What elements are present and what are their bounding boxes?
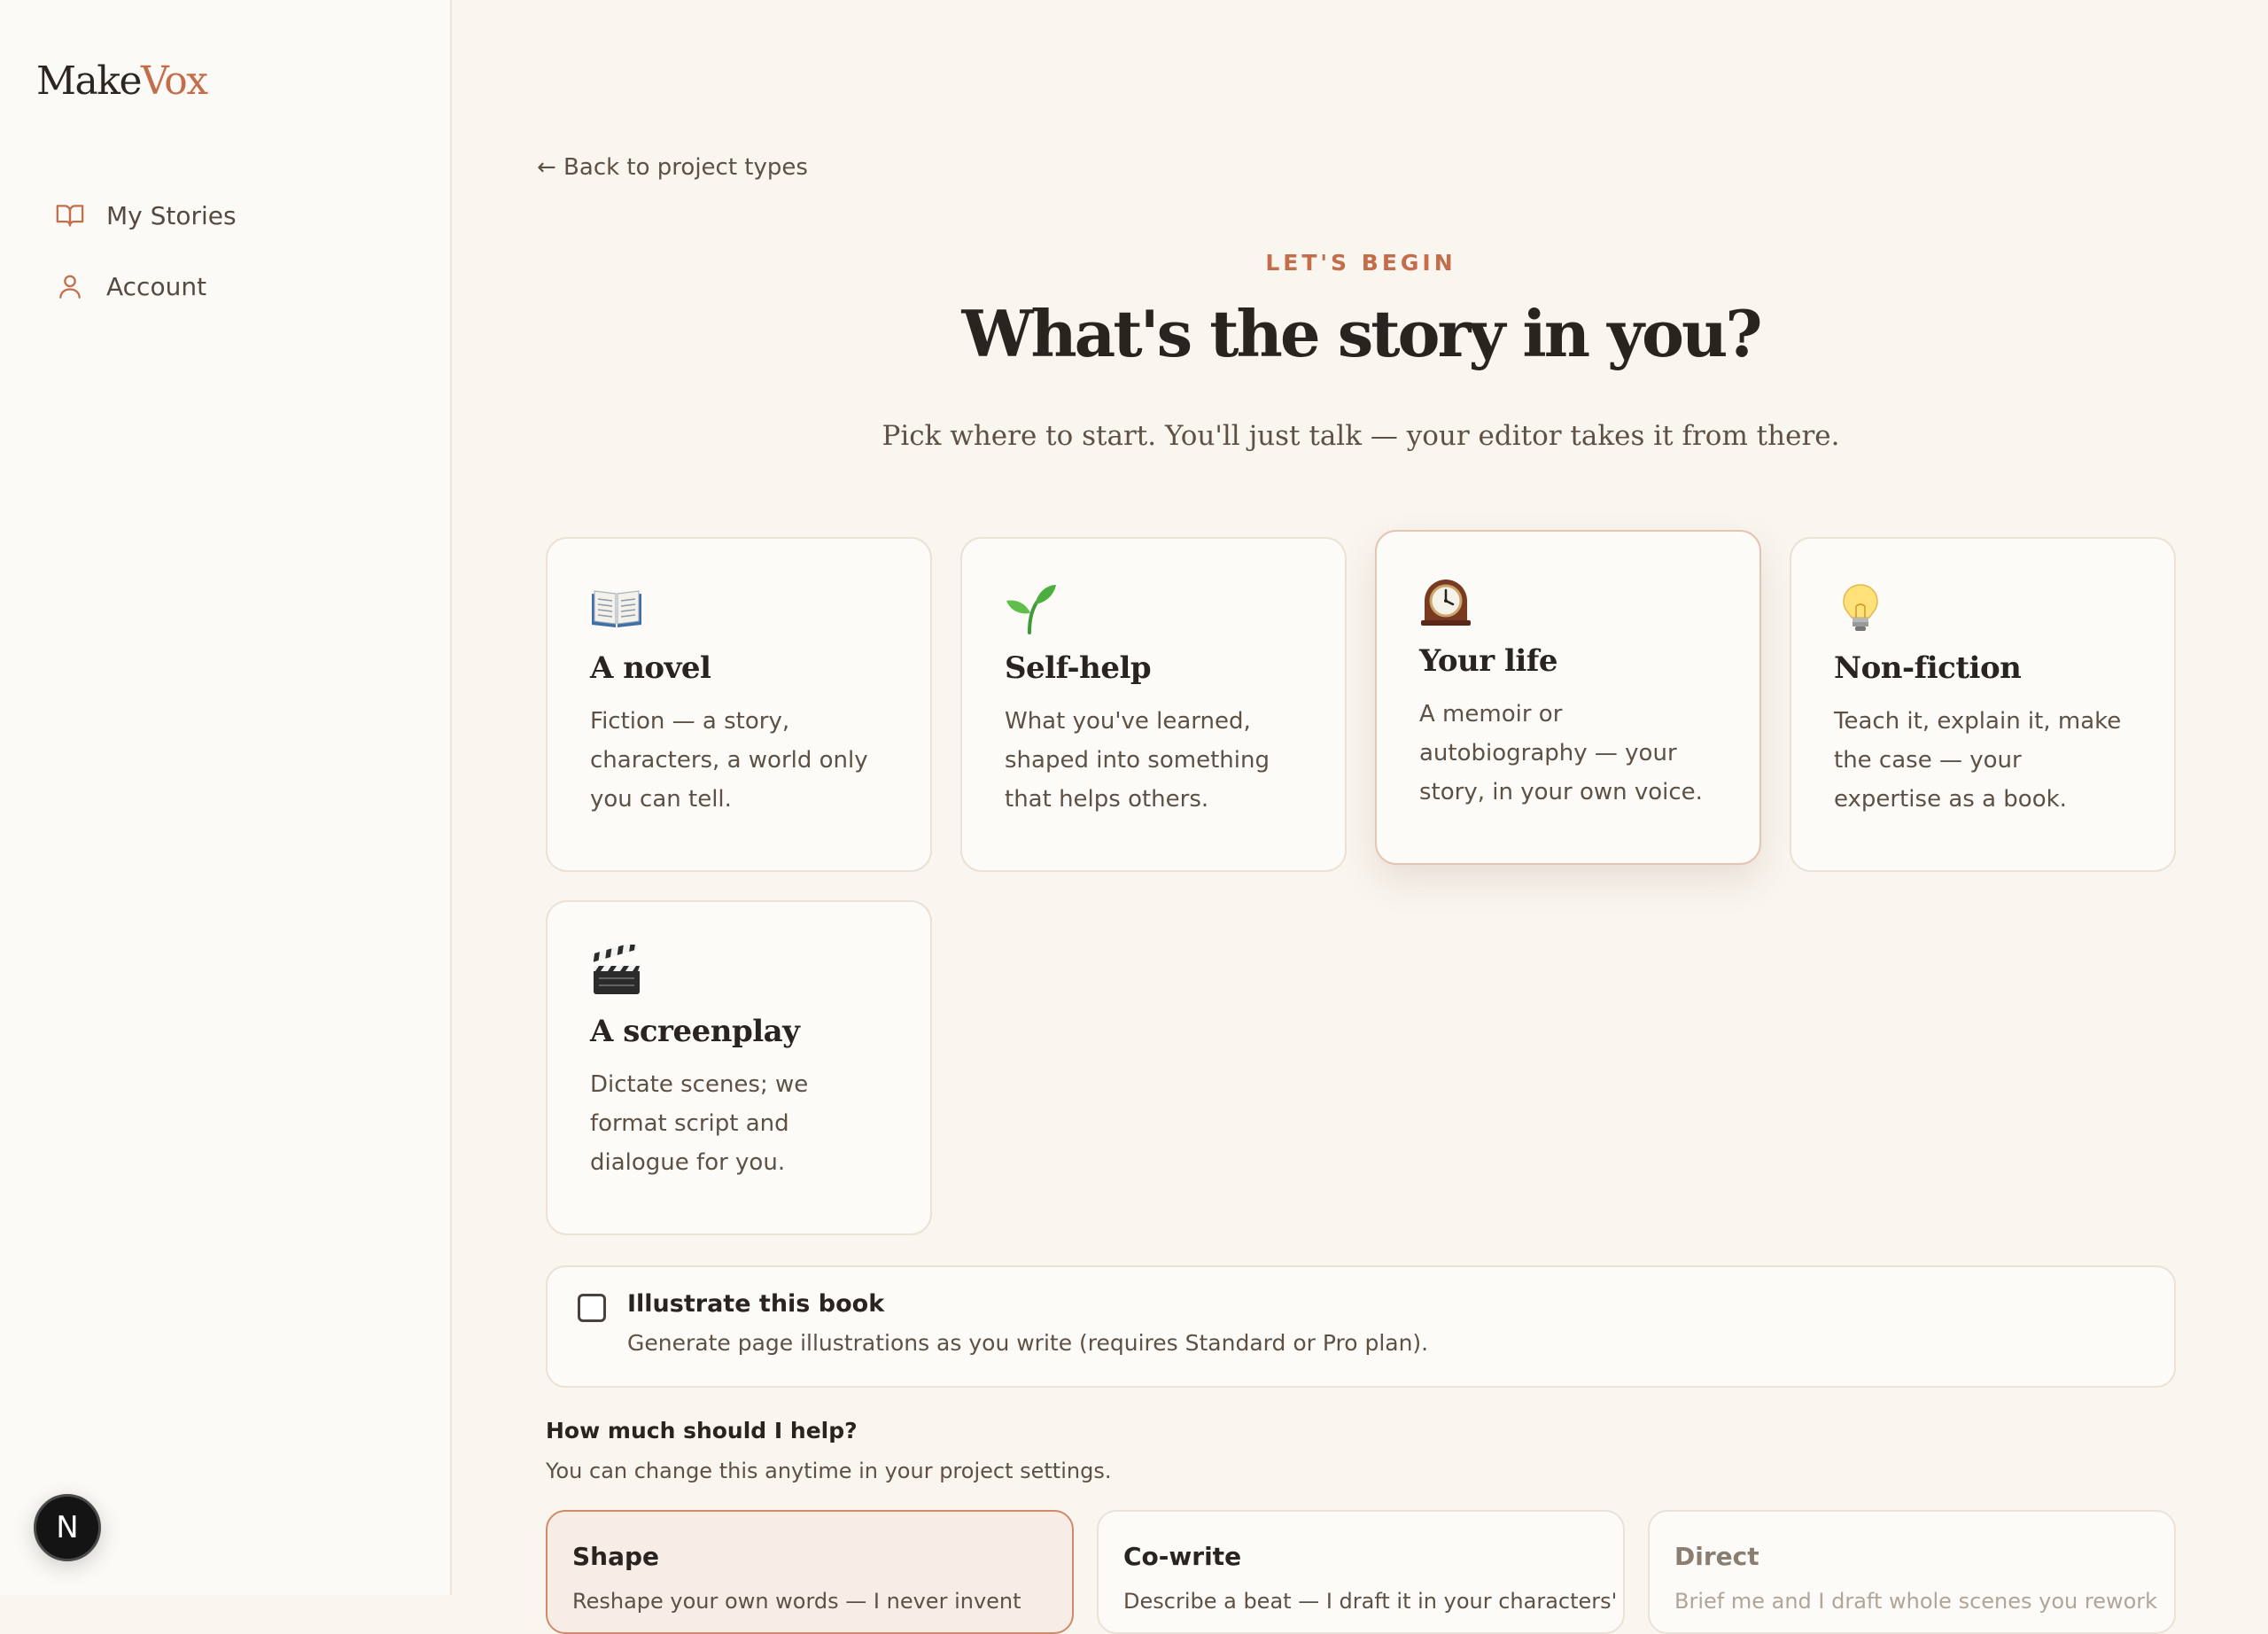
- project-type-card-screenplay[interactable]: A screenplay Dictate scenes; we format s…: [546, 900, 932, 1235]
- back-to-project-types-link[interactable]: ← Back to project types: [537, 154, 808, 181]
- project-type-card-self-help[interactable]: Self-help What you've learned, shaped in…: [960, 537, 1347, 872]
- mode-description: Brief me and I draft whole scenes you re…: [1674, 1589, 2158, 1614]
- sidebar-item-label: Account: [106, 271, 207, 301]
- open-book-icon: [590, 581, 889, 634]
- illustrate-description: Generate page illustrations as you write…: [627, 1330, 1429, 1356]
- card-title: A screenplay: [590, 1014, 800, 1049]
- sidebar-item-account[interactable]: Account: [55, 262, 427, 310]
- light-bulb-icon: [1834, 581, 2133, 634]
- mode-description: Reshape your own words — I never invent: [572, 1589, 1021, 1614]
- mode-name: Co-write: [1123, 1542, 1242, 1571]
- card-description: A memoir or autobiography — your story, …: [1419, 701, 1703, 805]
- sidebar-nav: My Stories Account: [55, 191, 427, 333]
- card-title: Non-fiction: [1834, 650, 2022, 686]
- card-description: What you've learned, shaped into somethi…: [1005, 708, 1270, 813]
- mode-name: Shape: [572, 1542, 660, 1571]
- project-type-card-your-life[interactable]: Your life A memoir or autobiography — yo…: [1375, 530, 1761, 865]
- user-avatar-button[interactable]: N: [34, 1494, 101, 1561]
- mode-description: Describe a beat — I draft it in your cha…: [1123, 1589, 1618, 1614]
- sidebar: MakeVox My Stories Account N: [0, 0, 452, 1595]
- illustrate-checkbox[interactable]: [578, 1294, 606, 1322]
- page-subtitle: Pick where to start. You'll just talk — …: [882, 420, 1840, 452]
- main-content: ← Back to project types LET'S BEGIN What…: [454, 0, 2268, 1634]
- seedling-icon: [1005, 581, 1304, 634]
- illustrate-title: Illustrate this book: [627, 1290, 885, 1318]
- card-title: Self-help: [1005, 650, 1152, 686]
- brand-logo[interactable]: MakeVox: [36, 57, 208, 106]
- sidebar-item-my-stories[interactable]: My Stories: [55, 191, 427, 239]
- project-type-card-novel[interactable]: A novel Fiction — a story, characters, a…: [546, 537, 932, 872]
- card-title: A novel: [590, 650, 711, 686]
- help-level-heading: How much should I help?: [546, 1418, 858, 1443]
- card-description: Fiction — a story, characters, a world o…: [590, 708, 868, 813]
- help-mode-direct[interactable]: Direct Brief me and I draft whole scenes…: [1648, 1510, 2176, 1634]
- project-type-card-non-fiction[interactable]: Non-fiction Teach it, explain it, make t…: [1790, 537, 2176, 872]
- book-open-icon: [56, 205, 84, 227]
- brand-name-part1: Make: [36, 58, 143, 104]
- help-mode-shape[interactable]: Shape Reshape your own words — I never i…: [546, 1510, 1074, 1634]
- eyebrow-label: LET'S BEGIN: [1265, 250, 1456, 276]
- clapper-board-icon: [590, 941, 889, 998]
- mode-name: Direct: [1674, 1542, 1759, 1571]
- user-icon: [59, 275, 81, 299]
- brand-name-part2: Vox: [141, 58, 208, 104]
- card-title: Your life: [1419, 643, 1558, 679]
- card-description: Dictate scenes; we format script and dia…: [590, 1071, 809, 1176]
- mantelpiece-clock-icon: [1419, 574, 1719, 627]
- card-description: Teach it, explain it, make the case — yo…: [1834, 708, 2122, 813]
- help-mode-co-write[interactable]: Co-write Describe a beat — I draft it in…: [1097, 1510, 1625, 1634]
- help-level-subtitle: You can change this anytime in your proj…: [546, 1459, 1112, 1483]
- illustrate-book-option[interactable]: Illustrate this book Generate page illus…: [546, 1265, 2176, 1388]
- sidebar-item-label: My Stories: [106, 200, 237, 230]
- page-title: What's the story in you?: [961, 296, 1762, 371]
